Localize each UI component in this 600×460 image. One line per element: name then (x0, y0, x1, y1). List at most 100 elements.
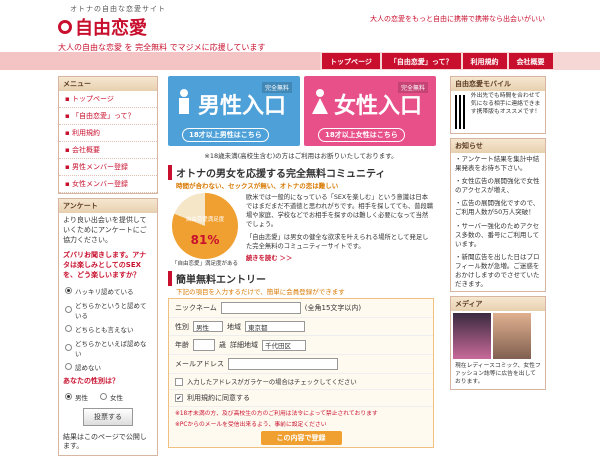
tagline: オトナの自由な恋愛サイト (70, 5, 166, 13)
nickname-input[interactable] (220, 302, 301, 314)
radio-icon (65, 287, 72, 295)
detail-area-select[interactable]: 千代田区 (262, 339, 306, 351)
gender-male-radio[interactable]: 男性 (59, 390, 94, 404)
survey-title: アンケート (59, 199, 157, 213)
age-unit: 歳 (219, 341, 226, 349)
nav-bar: トップページ 「自由恋愛」って？ 利用規約 会社概要 (0, 52, 600, 70)
radio-icon (65, 325, 72, 333)
community-sub: 時間が合わない、セックスが無い、オトナの恋は難しい (176, 182, 339, 190)
reg-form: ニックネーム (全角15文字以内) 性別 男性 地域 東京都 年齢 歳詳細地域 千代田区 メ… (168, 298, 434, 448)
nav-cap (0, 52, 320, 70)
area-label: 地域 (227, 322, 241, 331)
gender-female-radio[interactable]: 女性 (94, 390, 129, 404)
nickname-label: ニックネーム (175, 304, 217, 312)
news-item: 新聞広告を出した日はプロフィール数が急増。ご迷惑をおかけしますのでさせていただき… (451, 251, 545, 291)
mail-input[interactable] (228, 358, 338, 370)
news-item: サーバー強化のためアクセス多数の、番号にご利用しています。 (451, 220, 545, 251)
detail-area-label: 詳細地域 (230, 341, 258, 349)
survey-option[interactable]: 認めない (59, 360, 157, 374)
header-slogan: 大人の恋愛をもっと自由に携帯で携帯なら出会いがいい (370, 15, 545, 23)
mail-label: メールアドレス (175, 360, 224, 368)
menu-item-terms[interactable]: 利用規約 (59, 125, 157, 142)
pie-label: 自由恋愛満足度 (185, 217, 225, 223)
mobile-box: 自由恋愛モバイル 外出先でも時間を合わせて気になる相手に連絡できます携帯版もオス… (450, 76, 546, 134)
read-more-link[interactable]: 続きを読む ＞＞ (246, 254, 434, 263)
news-item: 女性広告の展開強化で女性のアクセスが増え、 (451, 175, 545, 197)
register-button[interactable]: この内容で登録 (260, 431, 342, 445)
female-icon (312, 89, 328, 114)
menu-item-female[interactable]: 女性メンバー登録 (59, 176, 157, 193)
nav-company[interactable]: 会社概要 (508, 53, 553, 69)
survey-option[interactable]: ハッキリ認めている (59, 284, 157, 298)
nav-terms[interactable]: 利用規約 (462, 53, 507, 69)
left-sidebar: メニュー トップページ 「自由恋愛」って？ 利用規約 会社概要 男性メンバー登録… (58, 76, 158, 460)
option-label: 女性 (110, 393, 123, 402)
survey-intro: より良い出会いを提供していくためにアンケートにご協力ください。 (63, 216, 147, 244)
gender-question: あなたの性別は？ (63, 376, 119, 385)
male-entry-sub: 18才以上男性はこちら (182, 128, 269, 142)
survey-option[interactable]: どちらかといえば認めない (59, 336, 157, 360)
media-title: メディア (451, 297, 545, 312)
male-icon (179, 89, 189, 114)
qr-code-icon[interactable] (455, 95, 467, 129)
female-entry-button[interactable]: 完全無料 女性入口 18才以上女性はこちら (304, 76, 436, 146)
nav-top[interactable]: トップページ (322, 53, 380, 69)
menu-item-company[interactable]: 会社概要 (59, 142, 157, 159)
menu-item-about[interactable]: 「自由恋愛」って？ (59, 108, 157, 125)
nav-about[interactable]: 「自由恋愛」って？ (381, 53, 461, 69)
media-text: 現在レディースコミック、女性ファッション誌等に広告を出しております。 (455, 363, 541, 385)
gender-label: 性別 (175, 322, 189, 331)
gender-select[interactable]: 男性 (193, 321, 223, 332)
warning-mail: ※PCからのメールを受信出来るよう、事前に設定ください (175, 422, 327, 428)
right-sidebar: 自由恋愛モバイル 外出先でも時間を合わせて気になる相手に連絡できます携帯版もオス… (450, 76, 546, 394)
nickname-row: ニックネーム (全角15文字以内) (169, 299, 433, 318)
mail-check-box[interactable] (175, 377, 183, 386)
community-title: オトナの男女を応援する完全無料コミュニティ (168, 165, 434, 180)
reg-title: 簡単無料エントリー (168, 271, 434, 286)
agree-label: 利用規約に同意する (187, 394, 250, 402)
radio-icon (65, 393, 72, 401)
male-entry-label: 男性入口 (198, 94, 287, 119)
main-content: 完全無料 男性入口 18才以上男性はこちら 完全無料 女性入口 18才以上女性はこちら … (168, 76, 436, 448)
survey-box: アンケート より良い出会いを提供していくためにアンケートにご協力ください。 ズバ… (58, 198, 158, 457)
menu-item-top[interactable]: トップページ (59, 91, 157, 108)
magazine-cover-icon (453, 313, 491, 360)
vote-button[interactable]: 投票する (83, 407, 133, 426)
site-logo[interactable]: 自由恋愛 (58, 14, 147, 40)
age-label: 年齢 (175, 341, 189, 349)
news-item: アンケート結果を集計中結果発表をお待ち下さい。 (451, 153, 545, 175)
age-row: 年齢 歳詳細地域 千代田区 (169, 336, 433, 355)
nickname-hint: (全角15文字以内) (304, 304, 362, 312)
warning-minor: ※18才未満の方、及び高校生の方のご利用は法令によって禁止されております (175, 411, 378, 417)
community-body: 欧米では一般的になっている「SEXを楽しむ」という意識は日本ではまだまだ不道徳と… (246, 194, 434, 229)
magazine-cover-icon (493, 313, 531, 360)
area-select[interactable]: 東京都 (245, 321, 305, 332)
agree-row[interactable]: ✔ 利用規約に同意する (169, 390, 433, 407)
age-note: ※18歳未満(高校生含む)の方はご利用はお断りいたしております。 (204, 152, 398, 160)
option-label: ハッキリ認めている (75, 287, 134, 296)
mail-check-row[interactable]: 入力したアドレスがガラケーの場合はチェックしてください (169, 374, 433, 390)
male-entry-button[interactable]: 完全無料 男性入口 18才以上男性はこちら (168, 76, 300, 146)
radio-icon (65, 363, 72, 371)
survey-option[interactable]: どちらかというと認めている (59, 298, 157, 322)
female-entry-label: 女性入口 (334, 94, 423, 119)
mail-check-label: 入力したアドレスがガラケーの場合はチェックしてください (187, 379, 357, 386)
pie-value: 81% (190, 233, 220, 247)
survey-question: ズバリお聞きします。アナタは楽しみとしてのSEXを、どう楽しいますか？ (63, 251, 147, 279)
menu-item-male[interactable]: 男性メンバー登録 (59, 159, 157, 176)
radio-icon (100, 393, 107, 401)
option-label: どちらかといえば認めない (75, 339, 147, 358)
news-title: お知らせ (451, 139, 545, 153)
female-entry-sub: 18才以上女性はこちら (318, 128, 405, 142)
agree-check-icon[interactable]: ✔ (175, 394, 183, 402)
community-body2: 「自由恋愛」は男女の健全な欲求を叶えられる場所として発足した完全無料のコミュニテ… (246, 233, 429, 250)
pie-caption: 「自由恋愛」満足度がある (171, 261, 238, 267)
top-nav: トップページ 「自由恋愛」って？ 利用規約 会社概要 (322, 53, 553, 69)
age-input[interactable] (193, 339, 215, 351)
option-label: 認めない (75, 363, 101, 372)
survey-note: 結果はこのページで公開します。 (63, 432, 147, 451)
reg-sub: 下記の項目を入力するだけで、簡単に会員登録ができます (176, 288, 345, 296)
menu-title: メニュー (59, 77, 157, 91)
survey-option[interactable]: どちらとも言えない (59, 322, 157, 336)
mail-row: メールアドレス (169, 355, 433, 374)
